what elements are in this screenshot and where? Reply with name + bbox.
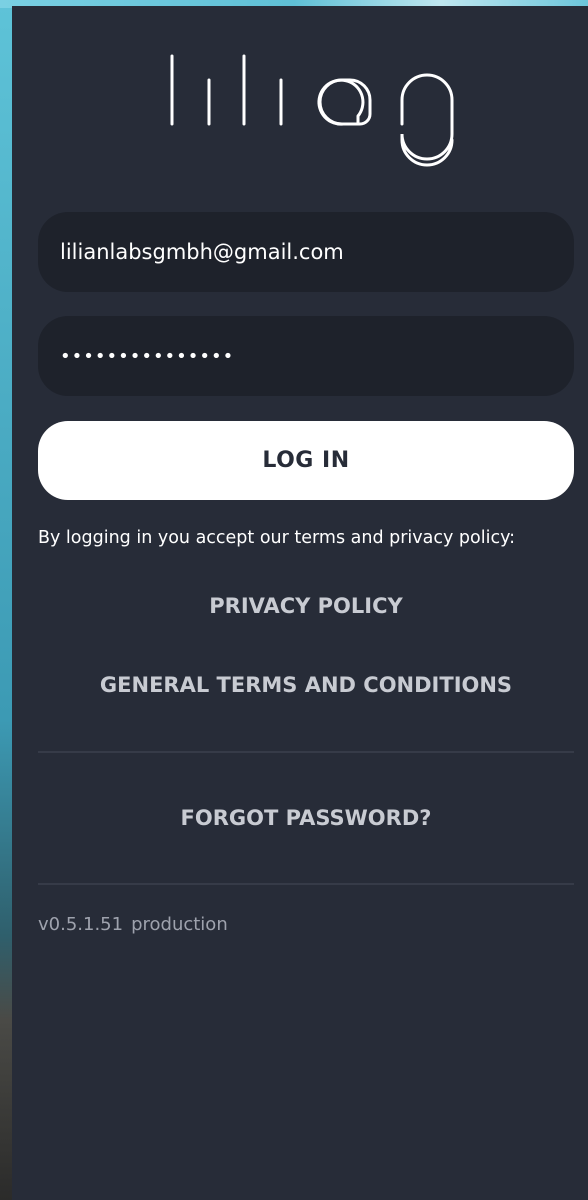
email-field[interactable] xyxy=(38,212,574,292)
version-label: v0.5.1.51 production xyxy=(38,914,228,935)
terms-and-conditions-link[interactable]: GENERAL TERMS AND CONDITIONS xyxy=(38,673,574,697)
divider xyxy=(38,883,574,885)
login-panel: lilian LOG IN By logging in you accept o… xyxy=(12,6,588,1200)
email-input[interactable] xyxy=(60,240,552,264)
version-environment: production xyxy=(131,914,228,935)
background-scenery xyxy=(0,0,12,1200)
forgot-password-link[interactable]: FORGOT PASSWORD? xyxy=(38,806,574,830)
lilian-logo: lilian xyxy=(170,54,454,167)
login-button[interactable]: LOG IN xyxy=(38,421,574,500)
divider xyxy=(38,751,574,753)
version-number: v0.5.1.51 xyxy=(38,914,124,935)
privacy-policy-link[interactable]: PRIVACY POLICY xyxy=(38,594,574,618)
password-input[interactable] xyxy=(60,345,552,367)
consent-text: By logging in you accept our terms and p… xyxy=(38,528,516,548)
password-field[interactable] xyxy=(38,316,574,396)
